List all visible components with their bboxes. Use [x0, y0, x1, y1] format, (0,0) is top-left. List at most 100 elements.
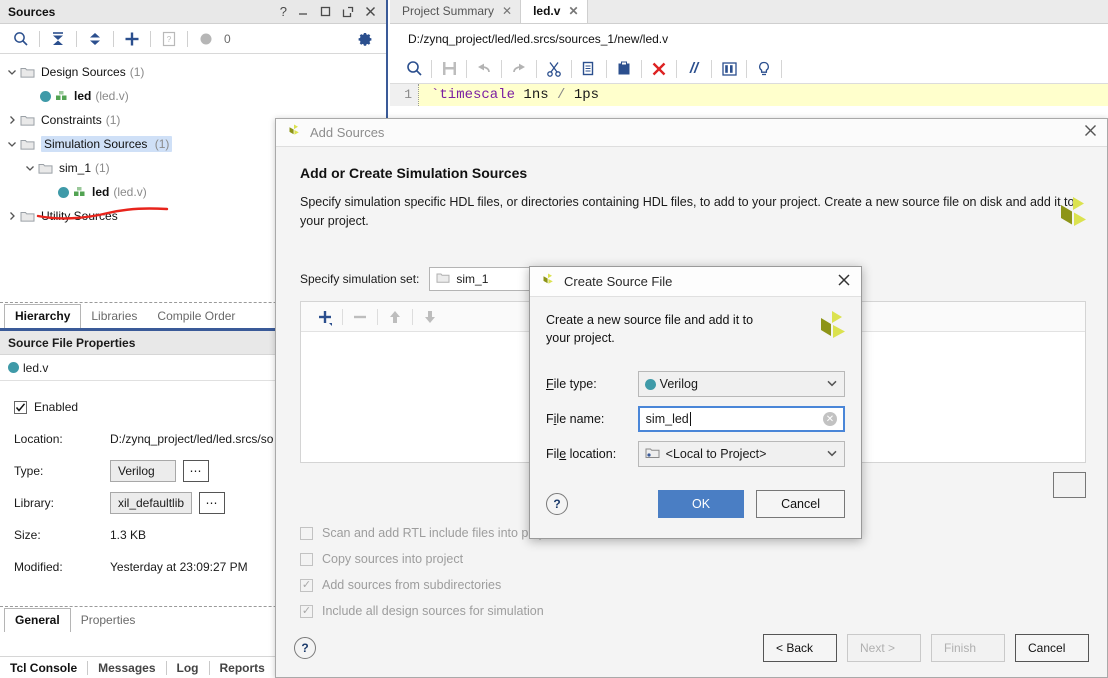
search-icon[interactable] — [400, 56, 428, 82]
option-add-subdirectories[interactable]: ✓ Add sources from subdirectories — [300, 572, 1083, 598]
folder-icon — [20, 210, 35, 223]
chevron-down-icon[interactable] — [22, 163, 38, 173]
tree-count: (1) — [95, 161, 110, 175]
report-icon[interactable]: ? — [156, 27, 182, 51]
file-type-combo[interactable]: Verilog — [637, 371, 845, 397]
code-line-1[interactable]: 1 `timescale 1ns / 1ps — [390, 84, 1108, 106]
type-field[interactable]: Verilog — [110, 460, 176, 482]
enabled-checkbox[interactable] — [14, 400, 27, 414]
copy-sources-checkbox[interactable] — [300, 552, 313, 566]
toolbar-divider — [466, 59, 467, 78]
editor-tabstrip[interactable]: Project Summary ✕ led.v ✕ — [390, 0, 1108, 24]
minimize-icon[interactable] — [298, 6, 309, 17]
cancel-button[interactable]: Cancel — [1015, 634, 1089, 662]
create-source-body: Create a new source file and add it to y… — [530, 297, 861, 467]
back-button[interactable]: < Back — [763, 634, 837, 662]
bulb-icon[interactable] — [750, 56, 778, 82]
chevron-down-icon[interactable] — [826, 377, 838, 392]
move-up-icon[interactable] — [381, 304, 409, 330]
float-icon[interactable] — [342, 6, 354, 18]
tree-file: (led.v) — [95, 89, 129, 103]
toolbar-divider — [187, 30, 188, 47]
add-sources-footer: ? < Back Next > Finish Cancel — [276, 619, 1107, 677]
toolbar-divider — [571, 59, 572, 78]
delete-icon[interactable] — [645, 56, 673, 82]
include-design-sources-checkbox[interactable]: ✓ — [300, 604, 313, 618]
chevron-down-icon[interactable] — [826, 447, 838, 462]
search-icon[interactable] — [8, 27, 34, 51]
folder-icon — [436, 272, 450, 287]
list-action-button[interactable] — [1052, 472, 1086, 498]
save-icon[interactable] — [435, 56, 463, 82]
tab-tcl-console[interactable]: Tcl Console — [0, 661, 87, 675]
close-icon[interactable] — [1084, 124, 1097, 141]
tree-item-led-design[interactable]: led (led.v) — [0, 84, 386, 108]
tree-item-design-sources[interactable]: Design Sources (1) — [0, 60, 386, 84]
maximize-icon[interactable] — [320, 6, 331, 17]
tab-compile-order[interactable]: Compile Order — [147, 305, 245, 328]
option-label: Copy sources into project — [322, 552, 464, 566]
tree-file: (led.v) — [113, 185, 147, 199]
option-copy-sources[interactable]: Copy sources into project — [300, 546, 1083, 572]
toolbar-divider — [431, 59, 432, 78]
tab-messages[interactable]: Messages — [88, 661, 165, 675]
tab-libraries[interactable]: Libraries — [81, 305, 147, 328]
cut-icon[interactable] — [540, 56, 568, 82]
close-icon[interactable] — [837, 273, 851, 291]
add-sources-icon[interactable] — [119, 27, 145, 51]
chevron-right-icon[interactable] — [4, 115, 20, 125]
cancel-button[interactable]: Cancel — [756, 490, 845, 518]
file-type-label: FFile type:ile type: — [546, 377, 597, 391]
close-icon[interactable]: ✕ — [568, 4, 578, 18]
collapse-all-icon[interactable] — [45, 27, 71, 51]
toolbar-divider — [342, 308, 343, 325]
help-icon[interactable]: ? — [546, 493, 568, 515]
copy-icon[interactable] — [575, 56, 603, 82]
help-icon[interactable]: ? — [280, 4, 287, 19]
close-icon[interactable]: ✕ — [502, 4, 512, 18]
source-file-name: led.v — [23, 360, 49, 375]
close-icon[interactable] — [365, 6, 376, 17]
tree-label: led — [74, 89, 92, 103]
tree-count: (1) — [129, 65, 145, 79]
tab-led-v[interactable]: led.v ✕ — [520, 0, 588, 23]
tab-log[interactable]: Log — [167, 661, 209, 675]
add-sources-titlebar: Add Sources — [276, 119, 1107, 147]
scan-rtl-checkbox[interactable] — [300, 526, 313, 540]
type-browse-button[interactable]: ⋯ — [183, 460, 209, 482]
move-down-icon[interactable] — [416, 304, 444, 330]
redo-icon[interactable] — [505, 56, 533, 82]
sources-titlebar-buttons: ? — [280, 4, 380, 19]
library-field[interactable]: xil_defaultlib — [110, 492, 193, 514]
tab-hierarchy[interactable]: Hierarchy — [4, 304, 82, 328]
chevron-down-icon[interactable] — [4, 139, 20, 149]
remove-file-icon[interactable] — [346, 304, 374, 330]
module-icon — [55, 90, 69, 102]
file-name-value-wrap: sim_led — [646, 412, 823, 427]
tab-project-summary[interactable]: Project Summary ✕ — [390, 0, 520, 23]
ok-button[interactable]: OK — [658, 490, 745, 518]
library-browse-button[interactable]: ⋯ — [199, 492, 226, 514]
tree-label: led — [92, 185, 110, 199]
file-name-input[interactable]: sim_led ✕ — [637, 406, 845, 432]
clear-icon[interactable]: ✕ — [823, 412, 837, 426]
expand-all-icon[interactable] — [82, 27, 108, 51]
code-value-a: 1ns — [523, 87, 549, 103]
undo-icon[interactable] — [470, 56, 498, 82]
file-location-combo[interactable]: <Local to Project> — [637, 441, 845, 467]
comment-icon[interactable]: // — [680, 56, 708, 82]
chevron-right-icon[interactable] — [4, 211, 20, 221]
tab-general[interactable]: General — [4, 608, 71, 632]
columns-icon[interactable] — [715, 56, 743, 82]
tab-properties[interactable]: Properties — [71, 609, 146, 632]
code-value-b: 1ps — [573, 87, 600, 103]
enabled-label: Enabled — [34, 400, 79, 414]
add-subdirectories-checkbox[interactable]: ✓ — [300, 578, 313, 592]
help-icon[interactable]: ? — [294, 637, 316, 659]
gear-icon[interactable] — [352, 27, 378, 51]
toolbar-divider — [412, 308, 413, 325]
chevron-down-icon[interactable] — [4, 67, 20, 77]
add-file-icon[interactable] — [311, 304, 339, 330]
tab-reports[interactable]: Reports — [210, 661, 275, 675]
paste-icon[interactable] — [610, 56, 638, 82]
